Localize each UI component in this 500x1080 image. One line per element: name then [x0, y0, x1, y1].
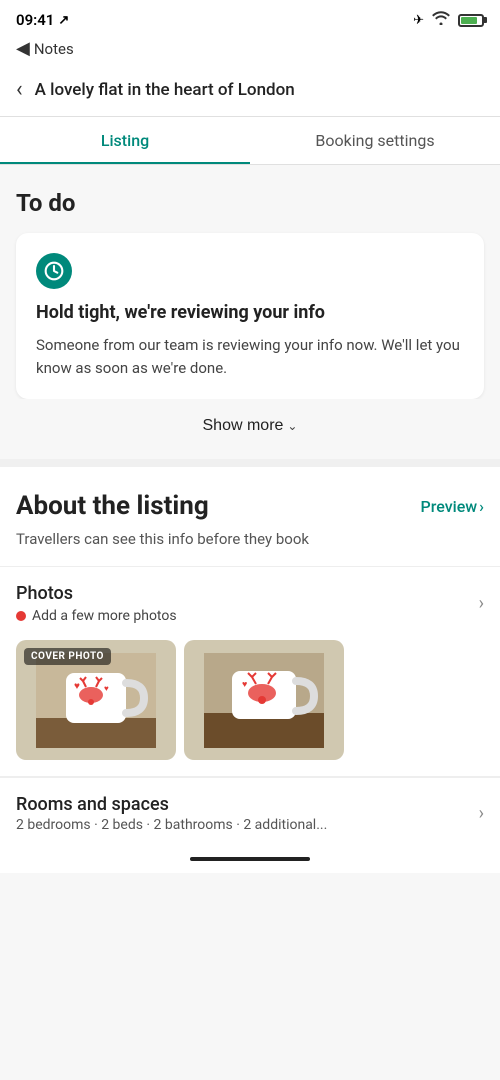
svg-text:♥: ♥ [104, 684, 109, 693]
notes-bar: ◀ Notes [0, 36, 500, 67]
status-bar: 09:41 ↗ ✈ [0, 0, 500, 36]
show-more-button[interactable]: Show more ⌄ [203, 417, 298, 435]
listing-title: A lovely flat in the heart of London [35, 80, 295, 100]
battery-icon [458, 14, 484, 27]
card-description: Someone from our team is reviewing your … [36, 334, 464, 379]
tab-booking-settings[interactable]: Booking settings [250, 117, 500, 164]
photos-chevron-icon: › [479, 593, 484, 614]
show-more-container: Show more ⌄ [0, 399, 500, 459]
tab-bar: Listing Booking settings [0, 117, 500, 165]
clock-icon [36, 253, 72, 289]
photos-list-item[interactable]: Photos Add a few more photos › [0, 567, 500, 640]
photo-thumb-2[interactable]: ♥ [184, 640, 344, 760]
home-indicator [190, 857, 310, 861]
rooms-title: Rooms and spaces [16, 794, 327, 815]
alert-dot [16, 611, 26, 621]
todo-title: To do [16, 189, 484, 217]
photo-thumb-1[interactable]: ♥ ♥ COVER PHOTO [16, 640, 176, 760]
review-card: Hold tight, we're reviewing your info So… [16, 233, 484, 399]
tab-listing[interactable]: Listing [0, 117, 250, 164]
rooms-chevron-icon: › [479, 803, 484, 824]
svg-text:♥: ♥ [74, 681, 80, 692]
about-subtitle: Travellers can see this info before they… [16, 529, 484, 550]
cover-photo-badge: COVER PHOTO [24, 648, 111, 665]
svg-text:♥: ♥ [242, 680, 247, 690]
wifi-icon [432, 11, 450, 29]
todo-section: To do Hold tight, we're reviewing your i… [0, 165, 500, 399]
rooms-section: Rooms and spaces 2 bedrooms · 2 beds · 2… [0, 777, 500, 849]
status-time: 09:41 ↗ [16, 11, 69, 29]
about-section: About the listing Preview › Travellers c… [0, 467, 500, 567]
airplane-icon: ✈ [413, 13, 424, 28]
chevron-down-icon: ⌄ [287, 419, 297, 433]
header-back-button[interactable]: ‹ [16, 77, 23, 102]
photos-alert: Add a few more photos [32, 608, 177, 624]
photos-title: Photos [16, 583, 177, 604]
notes-back-arrow: ◀ [16, 38, 30, 59]
preview-link[interactable]: Preview › [421, 497, 484, 516]
photo-grid: ♥ ♥ COVER PHOTO [0, 640, 500, 776]
divider-1 [0, 459, 500, 467]
location-icon: ↗ [58, 13, 69, 28]
listing-header: ‹ A lovely flat in the heart of London [0, 67, 500, 117]
photos-section: Photos Add a few more photos › [0, 567, 500, 777]
rooms-subtitle: 2 bedrooms · 2 beds · 2 bathrooms · 2 ad… [16, 817, 327, 833]
bottom-bar [0, 849, 500, 873]
rooms-list-item[interactable]: Rooms and spaces 2 bedrooms · 2 beds · 2… [0, 777, 500, 849]
about-title: About the listing [16, 491, 209, 521]
chevron-right-icon: › [479, 497, 484, 516]
status-icons: ✈ [413, 11, 484, 29]
card-title: Hold tight, we're reviewing your info [36, 301, 464, 324]
notes-label: Notes [34, 40, 74, 58]
